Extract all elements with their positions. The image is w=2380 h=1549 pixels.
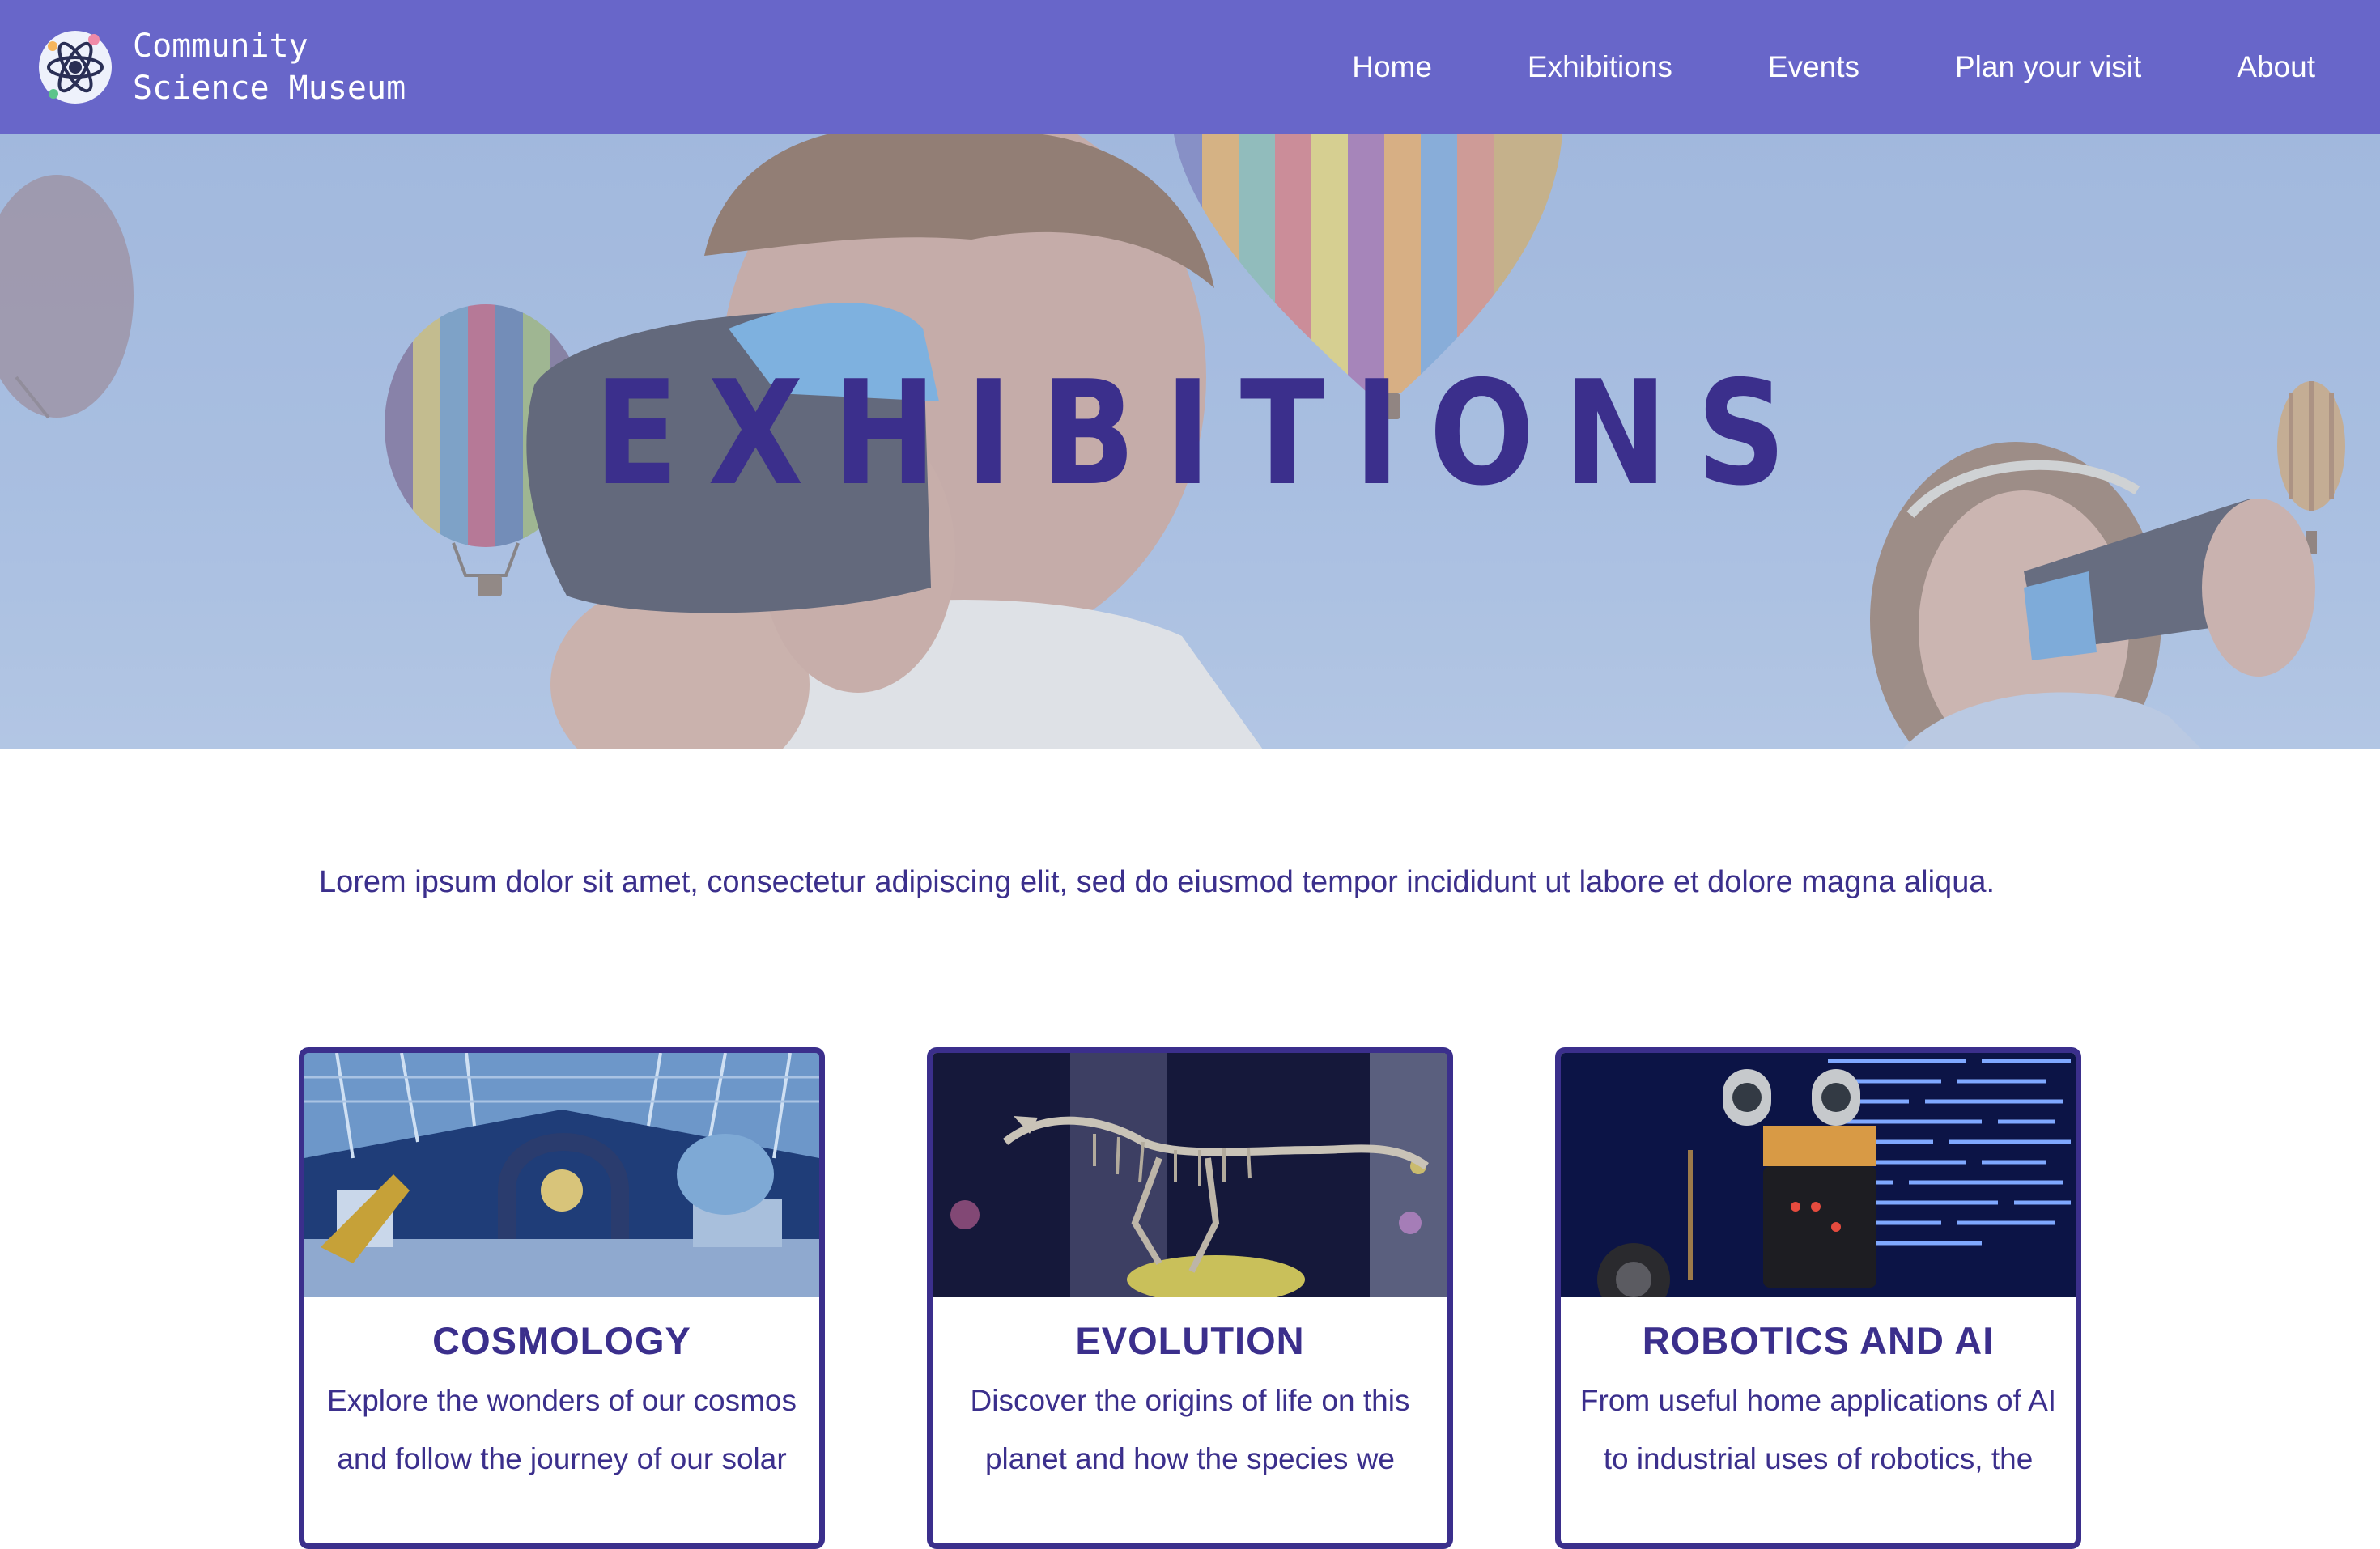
card-title: EVOLUTION [1075,1319,1305,1362]
card-description: Explore the wonders of our cosmos and fo… [327,1384,797,1475]
hero-banner: EXHIBITIONS [0,134,2380,749]
page-title: EXHIBITIONS [593,350,1816,517]
card-title: ROBOTICS AND AI [1642,1319,1995,1362]
robot-and-code-image [1561,1053,2076,1297]
brand-name-line1: Community [133,28,308,65]
exhibition-card-robotics-and-ai[interactable]: ROBOTICS AND AI From useful home applica… [1555,1047,2081,1549]
nav-exhibitions-link[interactable]: Exhibitions [1528,50,1672,84]
dinosaur-skeleton-image [933,1053,1447,1297]
brand-name-line2: Science Museum [133,70,406,107]
nav-events-link[interactable]: Events [1768,50,1859,84]
science-hall-image [304,1053,819,1297]
exhibition-card-cosmology[interactable]: COSMOLOGY Explore the wonders of our cos… [299,1047,825,1549]
exhibition-card-evolution[interactable]: EVOLUTION Discover the origins of life o… [927,1047,1453,1549]
atom-icon [39,31,112,104]
card-description: Discover the origins of life on this pla… [970,1384,1410,1475]
site-header: Community Science Museum Home Exhibition… [0,0,2380,134]
home-logo-link[interactable]: Community Science Museum [37,25,406,109]
brand-name: Community Science Museum [133,25,406,109]
main-nav: Home Exhibitions Events Plan your visit … [1352,50,2315,84]
card-description: From useful home applications of AI to i… [1579,1384,2057,1475]
nav-home-link[interactable]: Home [1352,50,1432,84]
nav-plan-your-visit-link[interactable]: Plan your visit [1955,50,2141,84]
card-title: COSMOLOGY [432,1319,691,1362]
intro-paragraph: Lorem ipsum dolor sit amet, consectetur … [319,865,1995,899]
nav-about-link[interactable]: About [2237,50,2315,84]
